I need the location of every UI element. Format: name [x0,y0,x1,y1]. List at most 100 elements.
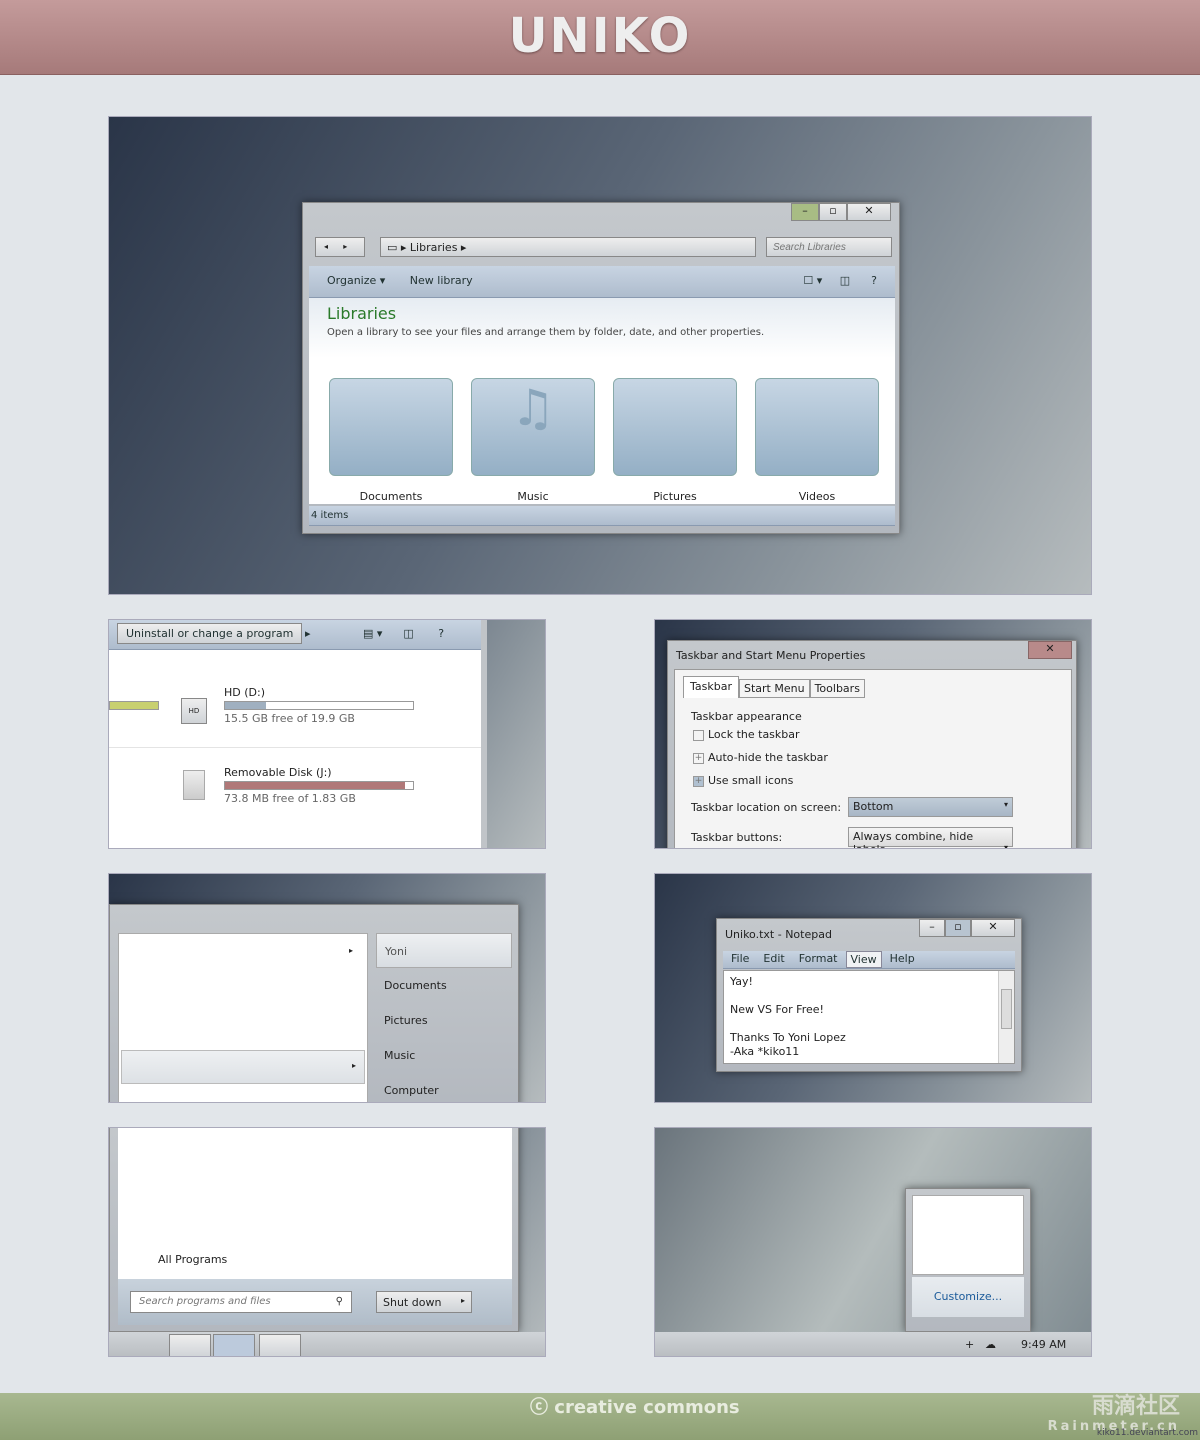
drive-hd[interactable]: HD (D:) 15.5 GB free of 19.9 GB [224,686,414,725]
program-list: ▸ ▸ [118,933,368,1102]
menu-format[interactable]: Format [799,951,838,968]
tray-icons-area [912,1195,1024,1275]
buttons-select[interactable]: Always combine, hide labels▾ [848,827,1013,848]
option-small-icons[interactable]: + Use small icons [693,774,793,787]
drive-name: HD (D:) [224,686,265,699]
chevron-right-icon: ▸ [460,1296,465,1305]
library-list: Documents ♫ Music Pictures Videos [329,378,879,503]
close-button[interactable]: ✕ [1028,641,1072,659]
location-select[interactable]: Bottom ▾ [848,797,1013,817]
document-icon [329,378,453,476]
library-label: Documents [359,490,423,503]
checkbox[interactable]: + [693,752,704,764]
menu-pictures[interactable]: Pictures [376,1003,512,1038]
uninstall-button[interactable]: Uninstall or change a program [117,623,303,644]
menu-music[interactable]: Music [376,1038,512,1073]
page-title: Libraries [327,304,397,323]
properties-dialog: Taskbar and Start Menu Properties ✕ Task… [667,640,1077,848]
window-controls: – ▫ ✕ [791,203,891,221]
group-label: Taskbar appearance [691,710,802,723]
music-note-icon: ♫ [471,378,595,476]
text-area[interactable]: Yay! New VS For Free! Thanks To Yoni Lopez… [723,970,1015,1064]
checkbox-checked[interactable]: + [693,775,704,787]
tab-taskbar[interactable]: Taskbar [683,676,739,698]
content-area: Libraries Open a library to see your fil… [309,298,895,504]
taskbar-button[interactable] [213,1334,255,1356]
video-camera-icon [755,378,879,476]
logo: UNIKO [508,8,692,64]
library-documents[interactable]: Documents [329,378,453,503]
programs-window: Uninstall or change a program ▸ ▤ ▾ ◫ ? H… [109,620,487,848]
program-list: All Programs [118,1128,512,1279]
picture-icon [613,378,737,476]
drive-free: 15.5 GB free of 19.9 GB [224,712,355,725]
menu-bar: File Edit Format View Help [723,951,1015,969]
cloud-icon[interactable]: ☁ [985,1332,996,1356]
drive-name: Removable Disk (J:) [224,766,332,779]
notepad-preview: Uniko.txt - Notepad – ▫ ✕ File Edit Form… [654,873,1092,1103]
tab-start-menu[interactable]: Start Menu [739,679,810,698]
new-library-button[interactable]: New library [410,274,473,287]
window-controls: – ▫ ✕ [919,919,1015,937]
drive-usage-bar [224,701,414,710]
command-bar: Organize ▾ New library ☐ ▾ ◫ ? [309,266,895,298]
buttons-label: Taskbar buttons: [691,831,783,844]
library-label: Pictures [653,490,697,503]
library-pictures[interactable]: Pictures [613,378,737,503]
search-input[interactable]: Search programs and files ⚲ [130,1291,352,1313]
maximize-button[interactable]: ▫ [945,919,971,937]
taskbar-button[interactable] [259,1334,301,1356]
dialog-body: Taskbar Start Menu Toolbars Taskbar appe… [674,669,1072,848]
all-programs-button[interactable]: All Programs [158,1253,227,1266]
drive-usage-bar [224,781,414,790]
drive-free: 73.8 MB free of 1.83 GB [224,792,356,805]
search-icon: ⚲ [335,1296,343,1307]
minimize-button[interactable]: – [791,203,819,221]
menu-help[interactable]: Help [890,951,915,968]
menu-documents[interactable]: Documents [376,968,512,1003]
menu-computer[interactable]: Computer [376,1073,512,1102]
highlighted-program[interactable]: ▸ [121,1050,365,1084]
checkbox[interactable] [693,729,704,741]
right-pane: Yoni Documents Pictures Music Computer [376,933,512,1102]
minimize-button[interactable]: – [919,919,945,937]
explorer-window: – ▫ ✕ ◂ ▸ ▭ ▸ Libraries ▸ Organize ▾ New… [302,202,900,534]
menu-edit[interactable]: Edit [763,951,784,968]
show-hidden-icons-button[interactable]: + [965,1332,974,1356]
start-menu-bottom-preview: All Programs Search programs and files ⚲ … [108,1127,546,1357]
taskbar-button[interactable] [169,1334,211,1356]
option-autohide[interactable]: + Auto-hide the taskbar [693,751,828,764]
tray-overflow-popup: Customize... [905,1188,1031,1332]
option-lock[interactable]: Lock the taskbar [693,728,800,741]
tray-preview: Customize... + ☁ 9:49 AM [654,1127,1092,1357]
view-help-icons[interactable]: ☐ ▾ ◫ ? [803,266,877,296]
clock[interactable]: 9:49 AM [1021,1332,1066,1356]
address-bar[interactable]: ▭ ▸ Libraries ▸ [380,237,756,257]
taskbar: + ☁ 9:49 AM [655,1332,1091,1356]
scrollbar[interactable] [998,971,1014,1063]
close-button[interactable]: ✕ [847,203,891,221]
explorer-preview: – ▫ ✕ ◂ ▸ ▭ ▸ Libraries ▸ Organize ▾ New… [108,116,1092,595]
shutdown-button[interactable]: Shut down ▸ [376,1291,472,1313]
maximize-button[interactable]: ▫ [819,203,847,221]
organize-button[interactable]: Organize [327,274,376,287]
location-label: Taskbar location on screen: [691,801,842,814]
removable-disk-icon [183,770,205,800]
user-name[interactable]: Yoni [376,933,512,968]
drive-removable[interactable]: Removable Disk (J:) 73.8 MB free of 1.83… [224,766,414,805]
library-label: Music [517,490,549,503]
back-forward-buttons[interactable]: ◂ ▸ [315,237,365,257]
drive-bar-partial [109,701,159,710]
start-menu-top-preview: ▸ ▸ Yoni Documents Pictures Music Comput… [108,873,546,1103]
close-button[interactable]: ✕ [971,919,1015,937]
menu-view[interactable]: View [845,951,882,968]
command-bar: Uninstall or change a program ▸ ▤ ▾ ◫ ? [109,620,481,650]
window-title: Uniko.txt - Notepad [725,928,832,941]
search-input[interactable] [766,237,892,257]
customize-link[interactable]: Customize... [912,1277,1024,1317]
tab-toolbars[interactable]: Toolbars [809,679,865,698]
menu-file[interactable]: File [731,951,749,968]
library-videos[interactable]: Videos [755,378,879,503]
library-music[interactable]: ♫ Music [471,378,595,503]
programs-preview: Uninstall or change a program ▸ ▤ ▾ ◫ ? H… [108,619,546,849]
